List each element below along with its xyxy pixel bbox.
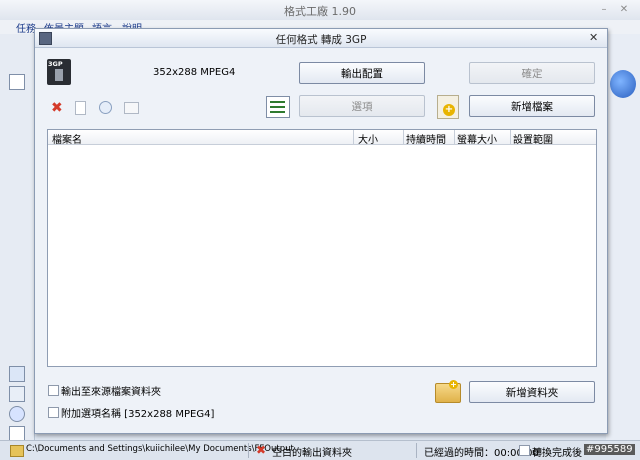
error-x-icon: ✖ — [256, 443, 267, 457]
output-path[interactable]: C:\Documents and Settings\kuiichilee\My … — [26, 444, 294, 454]
add-folder-button[interactable]: 新增資料夾 — [469, 381, 595, 403]
add-file-icon: + — [437, 95, 459, 119]
options-button[interactable]: 選項 — [299, 95, 425, 117]
column-range[interactable]: 設置範圍 — [513, 131, 553, 146]
file-list-table[interactable]: 檔案名 大小 持續時間 螢幕大小 設置範圍 — [47, 129, 597, 367]
append-option-name-checkbox[interactable] — [48, 407, 59, 418]
main-close-button[interactable]: ✕ — [616, 3, 632, 16]
disc-icon[interactable] — [9, 406, 25, 422]
clear-list-icon[interactable] — [75, 101, 86, 115]
output-to-source-label: 輸出至來源檔案資料夾 — [61, 387, 161, 398]
statusbar: C:\Documents and Settings\kuiichilee\My … — [0, 440, 640, 460]
convert-dialog: 任何格式 轉成 3GP ✕ 3GP 352x288 MPEG4 輸出配置 確定 … — [34, 28, 608, 434]
column-filename[interactable]: 檔案名 — [52, 131, 82, 146]
watermark: #995589 — [584, 444, 635, 455]
globe-icon — [610, 70, 636, 98]
column-screen-size[interactable]: 螢幕大小 — [457, 131, 497, 146]
add-file-button[interactable]: 新增檔案 — [469, 95, 595, 117]
empty-output-folder-label: 空白的輸出資料夾 — [272, 448, 352, 459]
picture-icon[interactable] — [9, 386, 25, 402]
shutdown-checkbox[interactable] — [519, 445, 530, 456]
media-info-icon[interactable] — [124, 102, 139, 114]
phone-3gp-icon: 3GP — [47, 59, 71, 85]
ok-button[interactable]: 確定 — [469, 62, 595, 84]
main-right-panel — [606, 34, 640, 440]
column-duration[interactable]: 持續時間 — [406, 131, 446, 146]
music-note-icon[interactable] — [9, 366, 25, 382]
column-size[interactable]: 大小 — [358, 131, 378, 146]
file-list-header: 檔案名 大小 持續時間 螢幕大小 設置範圍 — [48, 130, 596, 146]
output-config-button[interactable]: 輸出配置 — [299, 62, 425, 84]
options-list-icon — [266, 96, 290, 118]
add-folder-icon: + — [435, 380, 461, 403]
shutdown-label: 轉換完成後 — [532, 448, 582, 459]
format-badge: 3GP — [48, 60, 63, 68]
dialog-title: 任何格式 轉成 3GP — [275, 34, 367, 46]
folder-icon[interactable] — [10, 445, 24, 457]
delete-icon[interactable]: ✖ — [51, 100, 63, 116]
dialog-close-button[interactable]: ✕ — [589, 31, 598, 44]
minimize-button[interactable]: – — [596, 3, 612, 16]
format-info: 352x288 MPEG4 — [153, 67, 236, 78]
main-left-panel — [0, 34, 35, 442]
main-titlebar: 格式工廠 1.90 – ✕ — [0, 0, 640, 21]
panel-video-icon[interactable] — [9, 74, 25, 90]
play-icon[interactable] — [99, 101, 112, 114]
main-window-title: 格式工廠 1.90 — [284, 5, 356, 18]
output-to-source-checkbox[interactable] — [48, 385, 59, 396]
menu-task[interactable]: 任務 — [16, 20, 36, 35]
phone-screen — [55, 69, 63, 81]
dialog-titlebar: 任何格式 轉成 3GP ✕ — [35, 29, 607, 48]
append-option-name-label: 附加選項名稱 [352x288 MPEG4] — [61, 409, 215, 420]
